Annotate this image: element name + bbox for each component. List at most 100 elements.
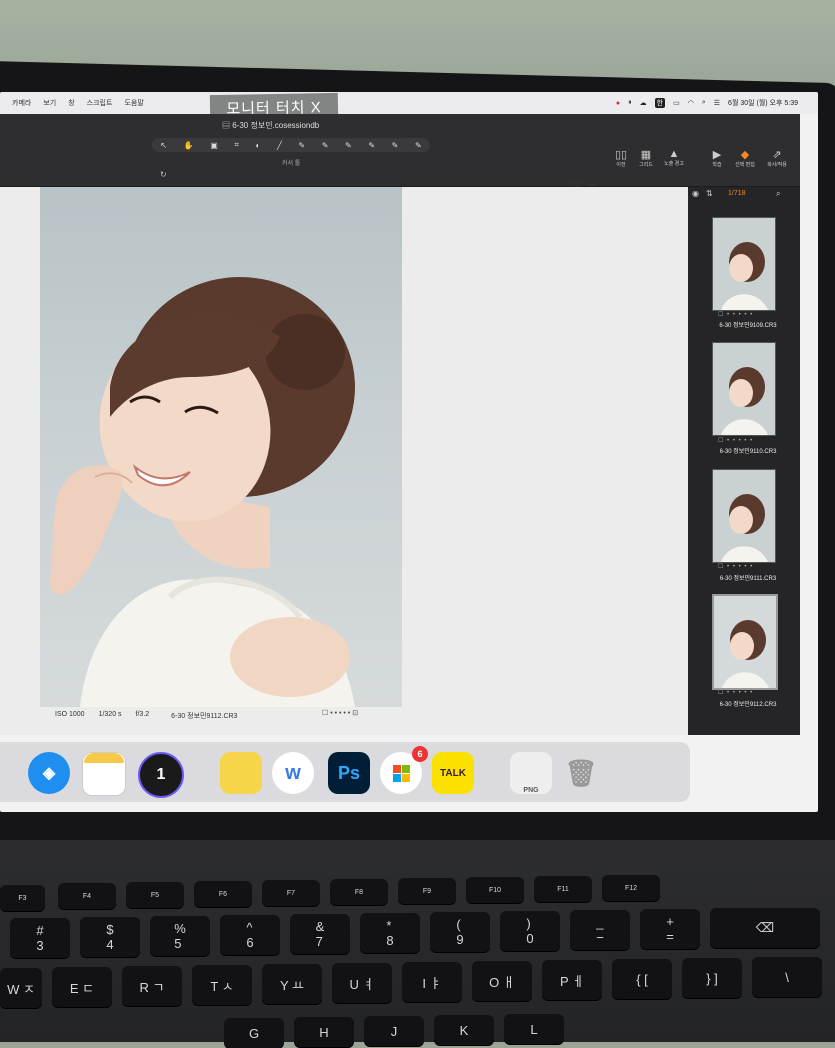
pause-icon[interactable]: ⏸ bbox=[628, 99, 632, 107]
key-f6[interactable]: F6 bbox=[194, 881, 252, 907]
exposure-warning-button[interactable]: ▲ 노출 경고 bbox=[659, 148, 689, 167]
battery-icon[interactable]: ▭ bbox=[673, 99, 680, 107]
grid-icon: ▦ bbox=[640, 149, 652, 161]
thumb-rating[interactable]: ☐ • • • • • bbox=[718, 311, 778, 318]
key-f12[interactable]: F12 bbox=[602, 875, 660, 901]
grid-button[interactable]: ▦ 그리드 bbox=[631, 148, 661, 168]
key-f11[interactable]: F11 bbox=[534, 876, 592, 902]
key-e[interactable]: E ㄷ bbox=[52, 967, 112, 1007]
thumbnail-9110[interactable] bbox=[712, 342, 776, 436]
key-p[interactable]: P ㅔ bbox=[542, 960, 602, 1000]
menu-item-camera[interactable]: 카메라 bbox=[12, 98, 31, 108]
key-f8[interactable]: F8 bbox=[330, 879, 388, 905]
key-l[interactable]: L bbox=[504, 1014, 564, 1044]
control-center-icon[interactable]: ☰ bbox=[714, 99, 720, 107]
iso-value: ISO 1000 bbox=[55, 711, 85, 718]
edit-selected-icon: ◆ bbox=[740, 149, 750, 161]
learn-button[interactable]: ▶ 학습 bbox=[702, 148, 732, 168]
key-delete[interactable]: ⌫ bbox=[710, 908, 820, 948]
sort-icon[interactable]: ⇅ bbox=[706, 189, 713, 198]
image-viewer[interactable]: 맞춤 ⌕ ▬ ISO 1000 1/320 s f/3.2 6-30 정보민91… bbox=[0, 181, 688, 735]
photoshop-icon[interactable]: Ps bbox=[328, 752, 370, 794]
crop-tool-icon[interactable]: ⌗ bbox=[234, 140, 239, 150]
menu-item-window[interactable]: 창 bbox=[68, 98, 74, 108]
thumb-rating[interactable]: ☐ • • • • • bbox=[718, 563, 778, 570]
brush-tool-icon[interactable]: ✎ bbox=[298, 141, 305, 150]
thumb-rating[interactable]: ☐ • • • • • bbox=[718, 689, 778, 696]
key-9[interactable]: ( 9 bbox=[430, 912, 490, 952]
key-0[interactable]: ) 0 bbox=[500, 911, 560, 951]
key-o[interactable]: O ㅐ bbox=[472, 961, 532, 1001]
key-8[interactable]: * 8 bbox=[360, 913, 420, 953]
picker-tool-icon[interactable]: ✎ bbox=[415, 141, 422, 150]
select-tool-icon[interactable]: ↖ bbox=[160, 141, 167, 150]
key-f3[interactable]: F3 bbox=[0, 885, 45, 911]
key-f9[interactable]: F9 bbox=[398, 878, 456, 904]
thumbnail-label: 6-30 정보민9112.CR3 bbox=[719, 702, 777, 708]
menu-item-script[interactable]: 스크립트 bbox=[87, 98, 113, 108]
clock[interactable]: 6월 30일 (월) 오후 5:39 bbox=[728, 98, 798, 108]
key-u[interactable]: U ㅕ bbox=[332, 963, 392, 1003]
key-f5[interactable]: F5 bbox=[126, 882, 184, 908]
key-minus[interactable]: _ − bbox=[570, 910, 630, 950]
crop-frame-tool-icon[interactable]: ▣ bbox=[210, 141, 218, 150]
menu-item-view[interactable]: 보기 bbox=[43, 98, 56, 108]
key-3[interactable]: # 3 bbox=[10, 918, 70, 958]
key-i[interactable]: I ㅑ bbox=[402, 962, 462, 1002]
key-k[interactable]: K bbox=[434, 1015, 494, 1045]
key-4[interactable]: $ 4 bbox=[80, 917, 140, 957]
key-t[interactable]: T ㅅ bbox=[192, 965, 252, 1005]
clone-tool-icon[interactable]: ✎ bbox=[392, 141, 399, 150]
key-left-bracket[interactable]: { [ bbox=[612, 959, 672, 999]
heal-tool-icon[interactable]: ✎ bbox=[368, 141, 375, 150]
key-f4[interactable]: F4 bbox=[58, 883, 116, 909]
thumbnail-9109[interactable] bbox=[712, 217, 776, 311]
key-right-bracket[interactable]: } ] bbox=[682, 958, 742, 998]
w-app-icon[interactable]: w bbox=[272, 752, 314, 794]
key-w[interactable]: W ㅈ bbox=[0, 968, 42, 1008]
key-y[interactable]: Y ㅛ bbox=[262, 964, 322, 1004]
stickies-icon[interactable] bbox=[220, 752, 262, 794]
shutter-value: 1/320 s bbox=[98, 711, 122, 718]
spotlight-icon[interactable]: ⌕ bbox=[702, 99, 706, 107]
kakaotalk-icon[interactable]: TALK bbox=[432, 752, 474, 794]
refresh-icon[interactable]: ↻ bbox=[160, 170, 167, 179]
edit-selected-button[interactable]: ◆ 선택 편집 bbox=[730, 148, 760, 168]
key-backslash[interactable]: \ bbox=[752, 957, 822, 997]
trash-icon[interactable]: 🗑 bbox=[560, 752, 602, 794]
record-icon[interactable]: ● bbox=[616, 100, 620, 107]
creative-cloud-icon[interactable]: ☁ bbox=[640, 99, 647, 107]
key-7[interactable]: & 7 bbox=[290, 914, 350, 954]
wifi-icon[interactable]: ◠ bbox=[688, 99, 694, 107]
copy-apply-button[interactable]: ⇗ 복사/적용 bbox=[762, 148, 792, 168]
key-equals[interactable]: + = bbox=[640, 909, 700, 949]
play-icon: ▶ bbox=[712, 149, 722, 161]
zoom-slider[interactable]: ⌕ ▬ bbox=[583, 181, 596, 188]
png-file-icon[interactable]: PNG bbox=[510, 752, 552, 794]
aperture-value: f/3.2 bbox=[135, 711, 150, 718]
capture-one-icon[interactable]: 1 bbox=[138, 752, 184, 798]
key-6[interactable]: ^ 6 bbox=[220, 915, 280, 955]
browser-search-icon[interactable]: ⌕ bbox=[776, 189, 780, 199]
gradient-tool-icon[interactable]: ✎ bbox=[345, 141, 352, 150]
key-h[interactable]: H bbox=[294, 1017, 354, 1047]
rating-dots[interactable]: ☐ • • • • • ⊡ bbox=[322, 709, 358, 717]
key-r[interactable]: R ㄱ bbox=[122, 966, 182, 1006]
input-source-icon[interactable]: 한 bbox=[654, 98, 666, 108]
key-g[interactable]: G bbox=[224, 1018, 284, 1048]
thumbnail-9111[interactable] bbox=[712, 469, 776, 563]
eraser-tool-icon[interactable]: ✎ bbox=[322, 141, 329, 150]
rotate-tool-icon[interactable]: ◐ bbox=[255, 141, 260, 150]
menu-item-help[interactable]: 도움말 bbox=[124, 98, 143, 108]
eye-icon[interactable]: ◉ bbox=[692, 189, 699, 198]
key-f10[interactable]: F10 bbox=[466, 877, 524, 903]
thumb-rating[interactable]: ☐ • • • • • bbox=[718, 437, 778, 444]
safari-icon[interactable]: ◈ bbox=[28, 752, 70, 794]
notes-icon[interactable] bbox=[82, 752, 126, 796]
keystone-tool-icon[interactable]: ╱ bbox=[277, 141, 282, 150]
thumbnail-9112-selected[interactable] bbox=[712, 594, 778, 690]
key-f7[interactable]: F7 bbox=[262, 880, 320, 906]
pan-tool-icon[interactable]: ✋ bbox=[184, 141, 194, 150]
app-store-icon[interactable]: 6 bbox=[380, 746, 428, 794]
key-5[interactable]: % 5 bbox=[150, 916, 210, 956]
